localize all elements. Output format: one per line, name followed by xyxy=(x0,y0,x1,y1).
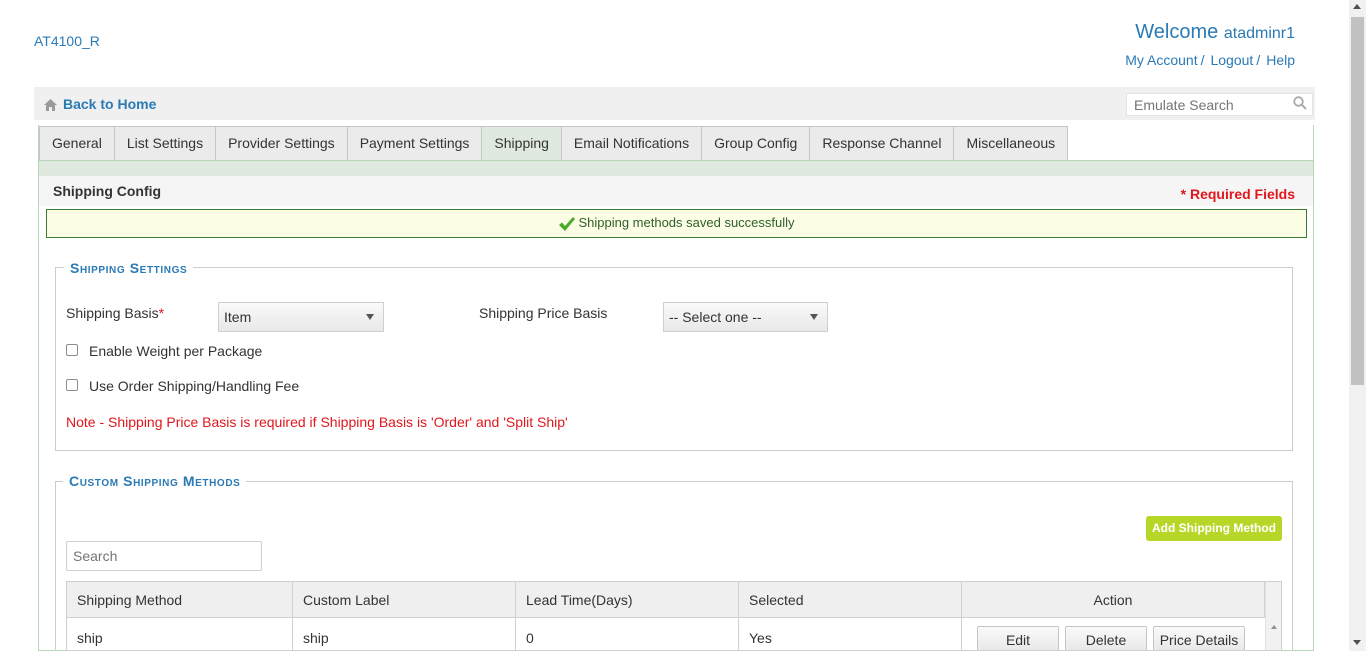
cell-selected: Yes xyxy=(739,618,962,650)
delete-button[interactable]: Delete xyxy=(1065,626,1147,650)
search-icon[interactable] xyxy=(1293,96,1307,110)
order-fee-label: Use Order Shipping/Handling Fee xyxy=(89,378,300,394)
top-bar: Back to Home xyxy=(34,87,1315,120)
column-header-shipping-method[interactable]: Shipping Method xyxy=(67,582,293,618)
add-shipping-method-button[interactable]: Add Shipping Method xyxy=(1146,516,1282,541)
edit-button[interactable]: Edit xyxy=(977,626,1059,650)
welcome-prefix: Welcome xyxy=(1135,21,1219,43)
link-separator: / xyxy=(1200,52,1205,68)
scroll-down-icon[interactable] xyxy=(1353,640,1361,645)
column-header-action: Action xyxy=(962,582,1265,618)
my-account-link[interactable]: My Account xyxy=(1125,52,1197,68)
home-icon xyxy=(44,98,57,111)
tab-strip xyxy=(39,160,1313,176)
tab-shipping[interactable]: Shipping xyxy=(481,126,562,160)
shipping-note: Note - Shipping Price Basis is required … xyxy=(66,414,568,430)
cell-custom-label: ship xyxy=(293,618,516,650)
tab-payment-settings[interactable]: Payment Settings xyxy=(346,126,483,160)
username: atadminr1 xyxy=(1223,25,1295,42)
tab-response-channel[interactable]: Response Channel xyxy=(809,126,955,160)
price-details-button[interactable]: Price Details xyxy=(1153,626,1245,650)
scrollbar-thumb[interactable] xyxy=(1351,17,1364,385)
methods-search-input[interactable] xyxy=(66,541,262,571)
tab-email-notifications[interactable]: Email Notifications xyxy=(560,126,703,160)
order-fee-checkbox[interactable] xyxy=(66,379,78,391)
link-separator: / xyxy=(1256,52,1261,68)
column-header-lead-time[interactable]: Lead Time(Days) xyxy=(516,582,739,618)
required-star: * xyxy=(158,305,165,321)
panel-title: Shipping Config xyxy=(53,183,162,199)
custom-methods-legend: Custom Shipping Methods xyxy=(63,473,247,489)
shipping-price-basis-value: -- Select one -- xyxy=(669,309,762,325)
scroll-up-icon[interactable] xyxy=(1353,4,1361,9)
shipping-settings-legend-text: Shipping Settings xyxy=(70,260,188,276)
tab-provider-settings[interactable]: Provider Settings xyxy=(215,126,348,160)
checkmark-icon xyxy=(559,216,576,231)
account-links: My Account / Logout / Help xyxy=(1125,52,1295,68)
cell-lead-time: 0 xyxy=(516,618,739,650)
brand-link[interactable]: AT4100_R xyxy=(34,33,100,49)
weight-per-package-checkbox[interactable] xyxy=(66,344,78,356)
shipping-basis-label-text: Shipping Basis xyxy=(66,305,159,321)
help-link[interactable]: Help xyxy=(1266,52,1295,68)
required-fields-note: * Required Fields xyxy=(1180,186,1295,202)
logout-link[interactable]: Logout xyxy=(1210,52,1253,68)
settings-tabs: General List Settings Provider Settings … xyxy=(39,126,1069,160)
shipping-basis-label: Shipping Basis* xyxy=(66,305,164,321)
tab-group-config[interactable]: Group Config xyxy=(701,126,811,160)
dropdown-caret-icon xyxy=(810,314,818,320)
table-scrollbar[interactable] xyxy=(1265,582,1281,650)
shipping-settings-legend: Shipping Settings xyxy=(64,260,194,276)
welcome-message: Welcome atadminr1 xyxy=(1135,21,1295,44)
success-text: Shipping methods saved successfully xyxy=(578,215,795,230)
weight-per-package-label: Enable Weight per Package xyxy=(89,343,263,359)
tab-general[interactable]: General xyxy=(39,126,115,160)
column-header-selected[interactable]: Selected xyxy=(739,582,962,618)
shipping-methods-table: Shipping Method Custom Label Lead Time(D… xyxy=(66,581,1282,651)
cell-shipping-method: ship xyxy=(67,618,293,650)
page-scrollbar[interactable] xyxy=(1349,0,1366,651)
success-message: Shipping methods saved successfully xyxy=(46,209,1307,238)
emulate-search-input[interactable] xyxy=(1126,93,1313,116)
dropdown-caret-icon xyxy=(366,314,374,320)
scroll-up-icon[interactable] xyxy=(1271,625,1277,629)
shipping-basis-select[interactable]: Item xyxy=(218,302,384,332)
panel-header: Shipping Config * Required Fields xyxy=(39,176,1313,206)
tab-list-settings[interactable]: List Settings xyxy=(113,126,217,160)
shipping-basis-value: Item xyxy=(224,309,252,325)
table-header: Shipping Method Custom Label Lead Time(D… xyxy=(67,582,1265,618)
back-to-home-link[interactable]: Back to Home xyxy=(44,96,156,112)
custom-methods-legend-text: Custom Shipping Methods xyxy=(69,473,241,489)
tab-miscellaneous[interactable]: Miscellaneous xyxy=(953,126,1069,160)
shipping-price-basis-select[interactable]: -- Select one -- xyxy=(663,302,828,332)
shipping-price-basis-label: Shipping Price Basis xyxy=(479,305,608,321)
column-header-custom-label[interactable]: Custom Label xyxy=(293,582,516,618)
back-to-home-label: Back to Home xyxy=(63,96,157,112)
